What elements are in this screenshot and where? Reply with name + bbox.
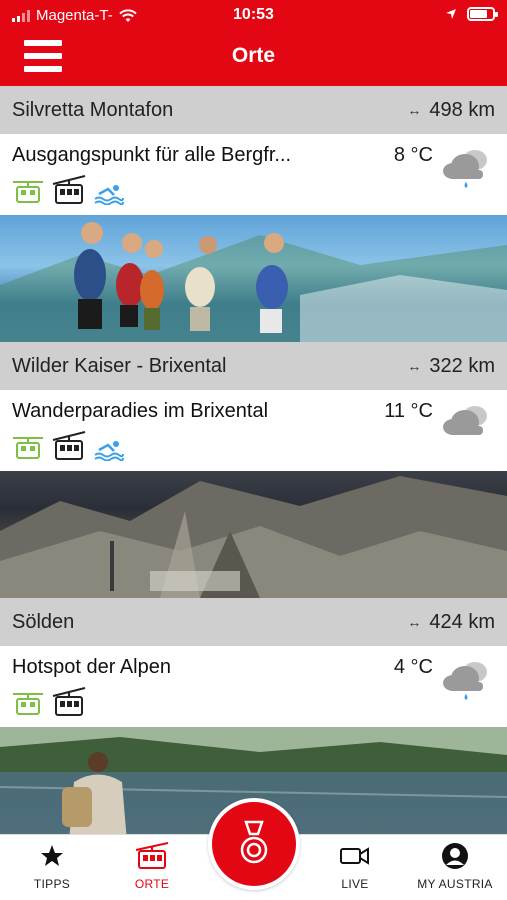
place-description: Hotspot der Alpen	[12, 656, 171, 678]
cable-car-icon	[52, 175, 86, 204]
place-card[interactable]: Ausgangspunkt für alle Bergfr... 8 °C	[0, 134, 507, 215]
cloud-rain-icon	[443, 662, 487, 700]
place-card[interactable]: Wanderparadies im Brixental 11 °C	[0, 390, 507, 471]
place-photo-mountains[interactable]	[0, 471, 507, 598]
place-temperature: 11 °C	[384, 400, 433, 422]
page-title: Orte	[231, 44, 276, 67]
status-bar: Magenta-T- 10:53	[0, 0, 507, 30]
region-distance: 322 km	[429, 354, 495, 377]
user-avatar-icon	[442, 843, 468, 869]
region-header[interactable]: Silvretta Montafon ↔ 498 km	[0, 86, 507, 134]
tab-label: ORTE	[134, 877, 170, 891]
tab-orte[interactable]: ORTE	[102, 841, 202, 891]
cloud-rain-icon	[443, 150, 487, 188]
tab-label: MY AUSTRIA	[417, 877, 493, 891]
tab-bar: TIPPS ORTE LIVE MY AUSTRIA	[0, 798, 507, 900]
location-arrow-icon	[446, 9, 456, 19]
region-name: Wilder Kaiser - Brixental	[12, 354, 227, 377]
medal-icon	[240, 820, 268, 864]
video-camera-icon	[340, 847, 369, 865]
tab-my-austria[interactable]: MY AUSTRIA	[405, 841, 505, 891]
cable-car-icon	[135, 842, 169, 869]
tab-tipps[interactable]: TIPPS	[2, 841, 102, 891]
star-icon	[41, 845, 63, 866]
region-name: Sölden	[12, 610, 75, 633]
region-header[interactable]: Sölden ↔ 424 km	[0, 598, 507, 646]
gondola-icon	[13, 437, 43, 459]
battery-icon	[467, 7, 498, 21]
distance-icon: ↔	[407, 102, 422, 118]
gondola-icon	[13, 181, 43, 203]
distance-icon: ↔	[407, 614, 422, 630]
place-photo-hikers[interactable]	[0, 215, 507, 342]
region-distance: 498 km	[429, 98, 495, 121]
region-name: Silvretta Montafon	[12, 98, 174, 121]
swimming-icon	[94, 441, 124, 461]
cloud-icon	[443, 406, 487, 435]
center-action-button[interactable]	[208, 798, 300, 890]
places-list: Silvretta Montafon ↔ 498 km Ausgangspunkt…	[0, 86, 507, 854]
swimming-icon	[94, 185, 124, 205]
region-header[interactable]: Wilder Kaiser - Brixental ↔ 322 km	[0, 342, 507, 390]
tab-label: TIPPS	[33, 877, 71, 891]
place-temperature: 4 °C	[393, 656, 433, 678]
app-header: Magenta-T- 10:53 Orte	[0, 0, 507, 86]
gondola-icon	[13, 693, 43, 715]
place-description: Wanderparadies im Brixental	[12, 400, 269, 422]
cable-car-icon	[52, 431, 86, 460]
region-distance: 424 km	[429, 610, 495, 633]
place-temperature: 8 °C	[393, 144, 433, 166]
cable-car-icon	[52, 687, 86, 716]
tab-label: LIVE	[341, 877, 369, 891]
place-card[interactable]: Hotspot der Alpen 4 °C	[0, 646, 507, 727]
tab-live[interactable]: LIVE	[305, 841, 405, 891]
distance-icon: ↔	[407, 358, 422, 374]
status-time: 10:53	[233, 6, 274, 23]
place-description: Ausgangspunkt für alle Bergfr...	[12, 144, 292, 166]
